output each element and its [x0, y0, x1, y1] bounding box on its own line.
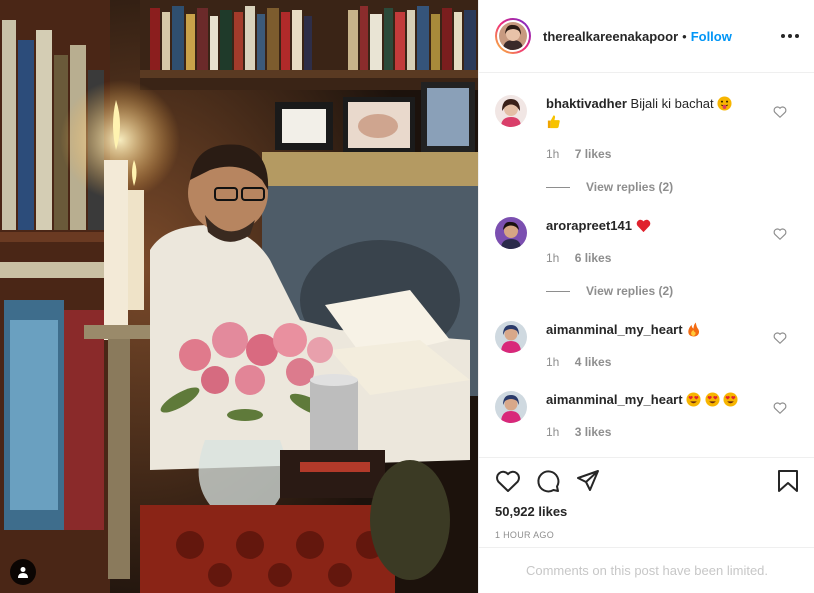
- like-comment-icon[interactable]: [773, 105, 787, 119]
- post-actions: 50,922 likes 1 HOUR AGO: [479, 457, 814, 547]
- post-details-panel: therealkareenakapoor • Follow bhaktivadh…: [478, 0, 814, 593]
- header-separator: •: [682, 28, 687, 44]
- comment-likes[interactable]: 4 likes: [575, 355, 612, 369]
- comments-limited-text: Comments on this post have been limited.: [525, 563, 769, 578]
- comment-time[interactable]: 1h: [546, 425, 559, 439]
- red-heart-emoji: [636, 219, 650, 233]
- comment-username[interactable]: arorapreet141: [546, 218, 632, 233]
- heart-icon[interactable]: [495, 468, 521, 494]
- commenter-avatar[interactable]: [495, 391, 527, 423]
- comment-meta: 1h 4 likes: [546, 355, 611, 369]
- commenter-avatar[interactable]: [495, 321, 527, 353]
- comment-username[interactable]: bhaktivadher: [546, 96, 627, 111]
- user-icon: [18, 567, 28, 578]
- heart-eyes-emoji: [723, 392, 738, 407]
- commenter-avatar[interactable]: [495, 217, 527, 249]
- comment-time[interactable]: 1h: [546, 147, 559, 161]
- comment-time[interactable]: 1h: [546, 251, 559, 265]
- comment-meta: 1h 7 likes: [546, 147, 611, 161]
- thumbs-up-emoji: [547, 115, 560, 129]
- heart-eyes-emoji: [705, 392, 720, 407]
- view-replies-label: View replies (2): [586, 180, 674, 194]
- post-timestamp[interactable]: 1 HOUR AGO: [495, 530, 554, 540]
- bookmark-icon[interactable]: [775, 468, 801, 494]
- owner-avatar: [499, 22, 527, 50]
- view-replies-label: View replies (2): [586, 284, 674, 298]
- comment-likes[interactable]: 6 likes: [575, 251, 612, 265]
- view-replies-button[interactable]: View replies (2): [546, 284, 673, 298]
- like-comment-icon[interactable]: [773, 331, 787, 345]
- comment-icon[interactable]: [535, 468, 561, 494]
- tongue-face-emoji: [717, 96, 732, 111]
- owner-avatar-ring[interactable]: [495, 18, 531, 54]
- view-replies-button[interactable]: View replies (2): [546, 180, 673, 194]
- comment-meta: 1h 3 likes: [546, 425, 611, 439]
- tagged-users-icon[interactable]: [10, 559, 36, 585]
- like-comment-icon[interactable]: [773, 227, 787, 241]
- commenter-avatar[interactable]: [495, 95, 527, 127]
- comments-limited-notice: Comments on this post have been limited.: [479, 547, 814, 593]
- fire-emoji: [688, 322, 700, 337]
- heart-eyes-emoji: [686, 392, 701, 407]
- comment-likes[interactable]: 7 likes: [575, 147, 612, 161]
- comment-meta: 1h 6 likes: [546, 251, 611, 265]
- comment-username[interactable]: aimanminal_my_heart: [546, 322, 683, 337]
- follow-button[interactable]: Follow: [691, 29, 732, 44]
- comments-list: bhaktivadher Bijali ki bachat 1h 7 likes: [479, 73, 814, 457]
- likes-count[interactable]: 50,922 likes: [495, 504, 567, 519]
- comment-username[interactable]: aimanminal_my_heart: [546, 392, 683, 407]
- post-photo[interactable]: [0, 0, 478, 593]
- post-photo-illustration: [0, 0, 478, 593]
- comment-text: Bijali ki bachat: [630, 96, 714, 111]
- owner-username[interactable]: therealkareenakapoor: [543, 29, 678, 44]
- like-comment-icon[interactable]: [773, 401, 787, 415]
- share-icon[interactable]: [575, 468, 601, 494]
- comment-time[interactable]: 1h: [546, 355, 559, 369]
- comment-likes[interactable]: 3 likes: [575, 425, 612, 439]
- more-dots-icon[interactable]: [781, 27, 799, 45]
- post-header: therealkareenakapoor • Follow: [479, 0, 814, 73]
